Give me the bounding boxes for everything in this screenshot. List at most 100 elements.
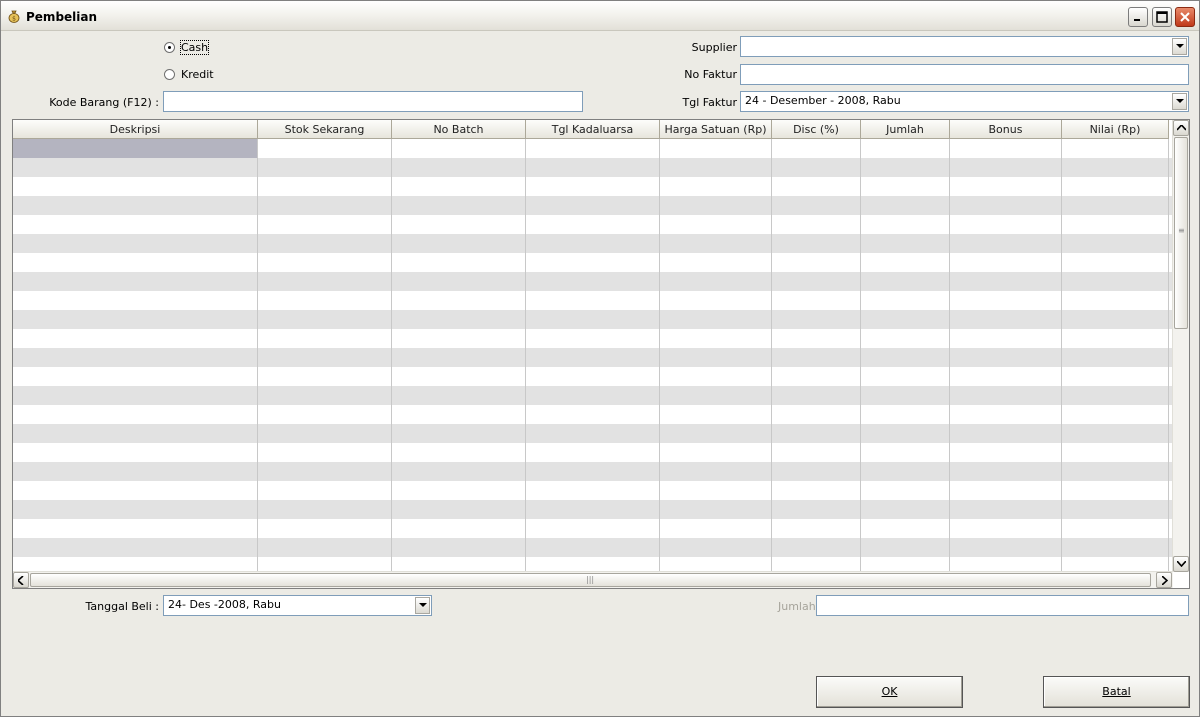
table-cell[interactable] [526, 253, 660, 272]
table-cell[interactable] [13, 348, 258, 367]
table-cell[interactable] [1062, 253, 1169, 272]
table-row[interactable] [13, 538, 1173, 557]
kredit-radio[interactable] [164, 69, 175, 80]
table-cell[interactable] [861, 310, 950, 329]
table-row[interactable] [13, 310, 1173, 329]
table-cell[interactable] [258, 310, 392, 329]
table-cell[interactable] [258, 272, 392, 291]
table-cell[interactable] [392, 234, 526, 253]
table-cell[interactable] [660, 424, 772, 443]
table-cell[interactable] [950, 253, 1062, 272]
table-row[interactable] [13, 500, 1173, 519]
table-cell[interactable] [772, 310, 861, 329]
table-cell[interactable] [660, 253, 772, 272]
table-cell[interactable] [392, 291, 526, 310]
table-cell[interactable] [392, 329, 526, 348]
horizontal-scrollbar[interactable]: ||| [13, 571, 1173, 588]
table-cell[interactable] [660, 462, 772, 481]
table-cell[interactable] [258, 158, 392, 177]
table-cell[interactable] [861, 405, 950, 424]
table-cell[interactable] [13, 500, 258, 519]
grid-column-header[interactable]: Bonus [950, 120, 1062, 139]
grid-column-header[interactable]: Deskripsi [13, 120, 258, 139]
table-cell[interactable] [861, 139, 950, 158]
table-row[interactable] [13, 215, 1173, 234]
table-cell[interactable] [392, 348, 526, 367]
table-cell[interactable] [861, 348, 950, 367]
grid-column-header[interactable]: Jumlah [861, 120, 950, 139]
title-bar[interactable]: $ Pembelian [1, 1, 1199, 31]
close-button[interactable] [1175, 7, 1195, 27]
table-cell[interactable] [13, 481, 258, 500]
minimize-button[interactable] [1128, 7, 1148, 27]
table-cell[interactable] [13, 272, 258, 291]
table-row[interactable] [13, 405, 1173, 424]
table-cell[interactable] [1062, 158, 1169, 177]
table-cell[interactable] [258, 481, 392, 500]
table-cell[interactable] [392, 462, 526, 481]
table-cell[interactable] [258, 253, 392, 272]
table-cell[interactable] [861, 291, 950, 310]
tgl-faktur-dropdown-button[interactable] [1172, 93, 1187, 110]
table-cell[interactable] [1062, 291, 1169, 310]
table-cell[interactable] [660, 310, 772, 329]
kode-barang-input[interactable] [163, 91, 583, 112]
table-cell[interactable] [1062, 481, 1169, 500]
table-cell[interactable] [660, 519, 772, 538]
table-row[interactable] [13, 272, 1173, 291]
table-cell[interactable] [392, 557, 526, 572]
table-cell[interactable] [526, 329, 660, 348]
table-cell[interactable] [526, 405, 660, 424]
table-cell[interactable] [13, 253, 258, 272]
table-cell[interactable] [258, 196, 392, 215]
table-cell[interactable] [861, 481, 950, 500]
table-cell[interactable] [772, 348, 861, 367]
table-cell[interactable] [772, 443, 861, 462]
table-row[interactable] [13, 443, 1173, 462]
table-cell[interactable] [258, 500, 392, 519]
table-row[interactable] [13, 462, 1173, 481]
table-cell[interactable] [660, 272, 772, 291]
table-cell[interactable] [13, 139, 258, 158]
table-cell[interactable] [950, 310, 1062, 329]
table-cell[interactable] [660, 386, 772, 405]
table-cell[interactable] [950, 234, 1062, 253]
table-cell[interactable] [660, 196, 772, 215]
table-cell[interactable] [1062, 196, 1169, 215]
scroll-down-button[interactable] [1173, 556, 1189, 572]
table-row[interactable] [13, 557, 1173, 572]
table-cell[interactable] [1062, 329, 1169, 348]
table-cell[interactable] [861, 386, 950, 405]
grid-column-header[interactable]: Stok Sekarang [258, 120, 392, 139]
table-cell[interactable] [660, 158, 772, 177]
table-cell[interactable] [526, 234, 660, 253]
table-cell[interactable] [526, 215, 660, 234]
table-cell[interactable] [392, 158, 526, 177]
table-cell[interactable] [1062, 367, 1169, 386]
table-cell[interactable] [13, 234, 258, 253]
table-cell[interactable] [526, 158, 660, 177]
table-cell[interactable] [861, 367, 950, 386]
table-cell[interactable] [772, 538, 861, 557]
table-cell[interactable] [392, 481, 526, 500]
grid-column-header[interactable]: Nilai (Rp) [1062, 120, 1169, 139]
table-cell[interactable] [861, 424, 950, 443]
table-cell[interactable] [772, 139, 861, 158]
table-cell[interactable] [392, 386, 526, 405]
table-row[interactable] [13, 348, 1173, 367]
table-cell[interactable] [660, 443, 772, 462]
table-row[interactable] [13, 291, 1173, 310]
table-cell[interactable] [950, 139, 1062, 158]
table-cell[interactable] [1062, 177, 1169, 196]
grid-column-header[interactable]: Disc (%) [772, 120, 861, 139]
table-cell[interactable] [1062, 538, 1169, 557]
grid-column-header[interactable]: No Batch [392, 120, 526, 139]
table-row[interactable] [13, 234, 1173, 253]
table-cell[interactable] [772, 424, 861, 443]
table-cell[interactable] [13, 310, 258, 329]
table-cell[interactable] [660, 367, 772, 386]
no-faktur-input[interactable] [740, 64, 1189, 85]
table-cell[interactable] [772, 215, 861, 234]
scroll-left-button[interactable] [13, 572, 29, 588]
table-cell[interactable] [13, 443, 258, 462]
